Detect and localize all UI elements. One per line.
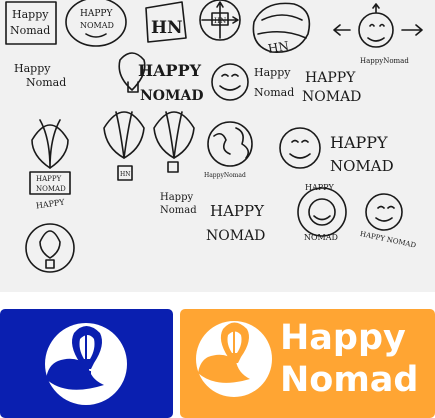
sketch-face-4-features <box>375 205 395 222</box>
sketch-compass-label: HN <box>214 17 226 25</box>
sketch-seal <box>297 187 347 237</box>
sketch-smile-1 <box>85 33 107 38</box>
sketch-balloon-d <box>153 111 195 159</box>
sketch-earth-caption: HappyNomad <box>204 172 246 179</box>
sketch-seal-smile <box>313 215 331 221</box>
sketch-face-nomad: Nomad <box>254 86 294 99</box>
sketch-basket-happy: HAPPY <box>36 175 62 183</box>
sketch-basket-nomad: NOMAD <box>36 185 66 193</box>
sketch-face-1-arrows <box>333 3 423 36</box>
brand-word-nomad: Nomad <box>280 360 419 400</box>
sketch-label-happy: Happy <box>12 8 49 21</box>
sketch-face-1-features <box>367 23 385 42</box>
sketch-happynomad-small: HappyNomad <box>360 57 409 65</box>
sketch-caps-nomad: NOMAD <box>140 88 204 104</box>
sketch-face-3 <box>279 127 321 169</box>
sketch-balloon-hn: HN <box>120 171 130 178</box>
brand-wordmark: Happy Nomad <box>280 317 430 401</box>
sketch-big-happy: HAPPY <box>210 202 265 220</box>
sketch-bold-happy: HAPPY <box>330 133 388 152</box>
sketch-stacked-happy: Happy <box>160 192 193 203</box>
sketch-label-happy-caps: HAPPY <box>80 9 113 19</box>
sketch-label-nomad: Nomad <box>10 24 50 37</box>
sketch-balloon-b-stripes <box>39 119 61 169</box>
balloon-mark-icon <box>45 323 127 405</box>
sketch-script-happy: Happy <box>14 62 51 75</box>
sketch-face-4-label: HAPPY NOMAD <box>359 230 417 250</box>
sketch-seal-bottom: NOMAD <box>304 233 338 242</box>
logo-sketch-sheet: Happy Nomad HAPPY NOMAD HN HN HN HappyNo… <box>0 0 435 292</box>
sketch-big-nomad: NOMAD <box>206 228 265 244</box>
sketch-outline-nomad: NOMAD <box>302 89 361 105</box>
sketch-face-2-features <box>219 73 241 91</box>
sketch-label-nomad-caps: NOMAD <box>80 21 114 30</box>
sketch-face-4 <box>365 193 403 231</box>
sketch-script-nomad: Nomad <box>26 76 66 89</box>
sketch-caps-happy: HAPPY <box>138 61 202 80</box>
sketch-face-2 <box>211 63 249 101</box>
sketch-balloon-d-basket <box>167 161 179 173</box>
sketch-balloon-c <box>103 111 145 159</box>
sketch-outline-happy: HAPPY <box>305 70 356 86</box>
sketch-hn-tilted: HN <box>267 39 290 56</box>
sketch-globe-lines <box>257 14 307 39</box>
sketch-arc-happy-top: HAPPY <box>35 197 65 210</box>
sketch-face-3-features <box>289 139 311 159</box>
sketch-balloon-circle-inner <box>39 230 61 259</box>
sketch-balloon-c-stripes <box>115 111 133 159</box>
logo-blue-card <box>0 309 173 418</box>
sketch-drawing: Happy Nomad HAPPY NOMAD HN HN HN HappyNo… <box>5 0 423 273</box>
sketch-balloon-circle-basket <box>45 259 55 269</box>
sketch-seal-top: HAPPY <box>305 183 335 192</box>
logo-orange-card: Happy Nomad <box>180 309 435 418</box>
sketch-balloon-d-stripes <box>165 111 183 159</box>
brand-word-happy: Happy <box>280 318 406 358</box>
sketch-seal-face <box>308 198 336 226</box>
sketch-stacked-nomad: Nomad <box>160 205 197 216</box>
sketch-face-happy: Happy <box>254 66 291 79</box>
sketch-face-1 <box>358 12 394 48</box>
sketch-hn-letters: HN <box>151 18 183 38</box>
sketch-bold-nomad: NOMAD <box>330 157 394 175</box>
sketch-earth-land <box>213 127 250 159</box>
sketch-earth <box>207 121 253 167</box>
